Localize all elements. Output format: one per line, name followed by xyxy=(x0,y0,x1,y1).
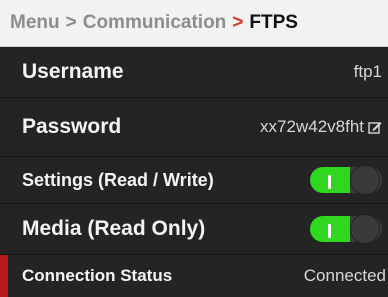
connection-status-value: Connected xyxy=(303,266,386,285)
password-label: Password xyxy=(22,115,122,138)
username-value: ftp1 xyxy=(353,62,382,81)
username-row[interactable]: Username ftp1 xyxy=(0,47,388,97)
toggle-notch-icon xyxy=(328,224,331,238)
status-marker xyxy=(0,255,8,297)
ftps-screen: Menu > Communication > FTPS Username ftp… xyxy=(0,0,388,297)
breadcrumb: Menu > Communication > FTPS xyxy=(0,0,388,47)
breadcrumb-menu[interactable]: Menu xyxy=(10,12,60,34)
password-value: xx72w42v8fht xyxy=(260,117,364,136)
toggle-track-on xyxy=(310,216,354,242)
toggle-knob[interactable] xyxy=(350,214,380,244)
toggle-track-on xyxy=(310,167,354,193)
connection-status-label: Connection Status xyxy=(22,266,173,285)
password-row[interactable]: Password xx72w42v8fht xyxy=(0,98,388,156)
media-label: Media (Read Only) xyxy=(22,217,206,240)
breadcrumb-communication[interactable]: Communication xyxy=(83,12,227,34)
connection-status-row: Connection Status Connected xyxy=(0,255,388,297)
breadcrumb-separator-current: > xyxy=(232,12,244,33)
toggle-knob[interactable] xyxy=(350,165,380,195)
media-row[interactable]: Media (Read Only) xyxy=(0,204,388,254)
settings-toggle[interactable] xyxy=(310,165,382,195)
edit-icon[interactable] xyxy=(368,120,382,134)
media-toggle[interactable] xyxy=(310,214,382,244)
breadcrumb-separator: > xyxy=(65,12,77,33)
toggle-notch-icon xyxy=(328,175,331,189)
settings-row[interactable]: Settings (Read / Write) xyxy=(0,157,388,203)
username-label: Username xyxy=(22,60,124,83)
settings-label: Settings (Read / Write) xyxy=(22,169,214,190)
breadcrumb-current: FTPS xyxy=(249,12,298,33)
password-value-wrap: xx72w42v8fht xyxy=(260,117,382,137)
